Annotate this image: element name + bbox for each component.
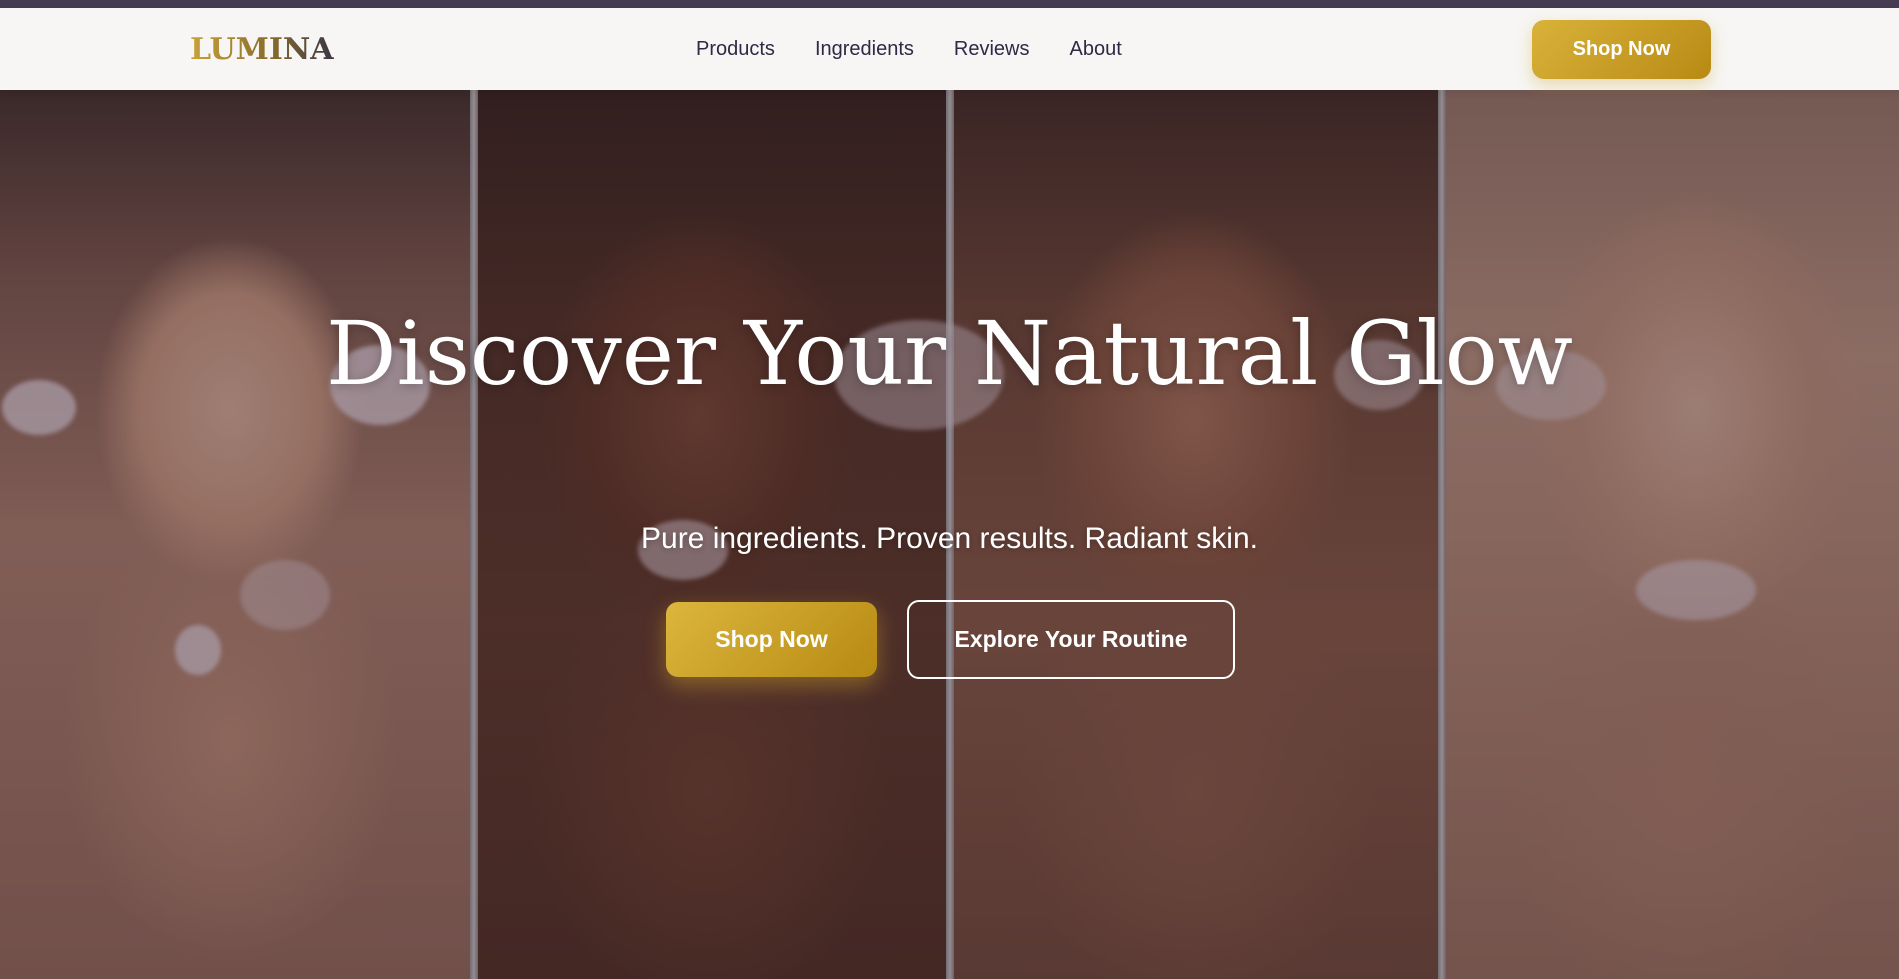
top-accent-strip	[0, 0, 1899, 8]
hero-shop-now-button[interactable]: Shop Now	[666, 602, 877, 677]
main-nav: Products Ingredients Reviews About	[696, 38, 1122, 61]
explore-routine-button[interactable]: Explore Your Routine	[907, 600, 1235, 679]
hero-subtitle: Pure ingredients. Proven results. Radian…	[641, 522, 1258, 555]
hero-content: Discover Your Natural Glow Pure ingredie…	[0, 90, 1899, 979]
nav-link-about[interactable]: About	[1069, 38, 1121, 61]
site-header: LUMINA Products Ingredients Reviews Abou…	[0, 8, 1899, 90]
nav-link-products[interactable]: Products	[696, 38, 775, 61]
nav-link-reviews[interactable]: Reviews	[954, 38, 1030, 61]
brand-logo[interactable]: LUMINA	[190, 32, 334, 67]
nav-link-ingredients[interactable]: Ingredients	[815, 38, 914, 61]
hero-title: Discover Your Natural Glow	[326, 302, 1573, 405]
hero-section: Discover Your Natural Glow Pure ingredie…	[0, 90, 1899, 979]
header-shop-now-button[interactable]: Shop Now	[1532, 20, 1711, 79]
